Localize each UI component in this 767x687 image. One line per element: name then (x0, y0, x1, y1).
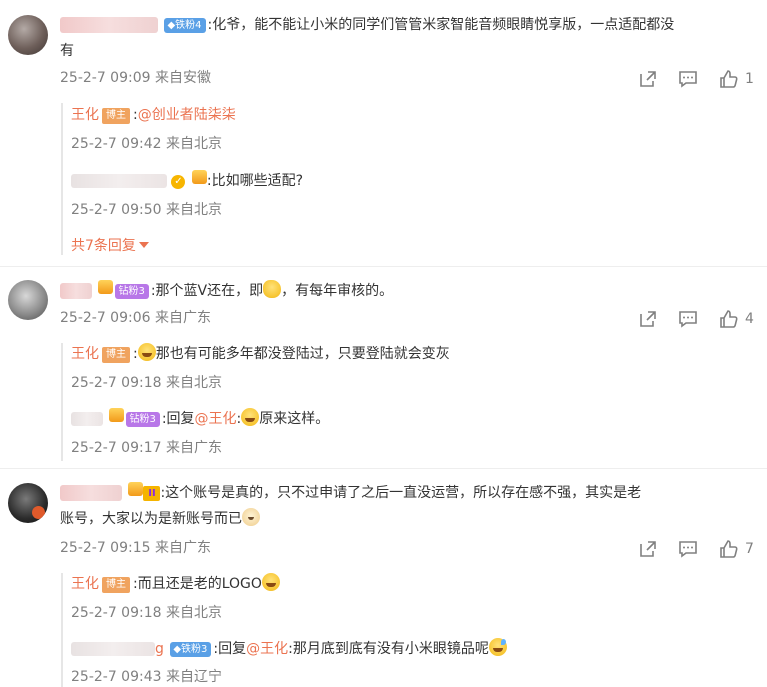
like-icon[interactable] (719, 309, 739, 329)
crown-icon (128, 482, 144, 496)
reply-meta: 25-2-7 09:50 来自北京 (71, 202, 222, 218)
comment-text: II:这个账号是真的，只不过申请了之后一直没运营，所以存在感不强，其实是老 (60, 482, 641, 504)
username-blurred[interactable] (71, 412, 103, 426)
share-icon[interactable] (638, 309, 658, 329)
fan-badge[interactable]: ◆铁粉4 (164, 18, 206, 33)
divider (0, 468, 767, 469)
author-badge: 博主 (102, 577, 130, 593)
reply: 钻粉3:回复@王化: 原来这样。 (71, 408, 329, 430)
username-blurred[interactable] (60, 283, 92, 299)
fan-badge[interactable]: ◆铁粉3 (170, 642, 212, 657)
comment-icon[interactable] (678, 309, 698, 329)
comment-icon[interactable] (678, 69, 698, 89)
reply-thread-bar (61, 343, 63, 461)
vip-level-badge[interactable]: II (143, 486, 161, 501)
mention-link[interactable]: @王化 (246, 641, 288, 657)
comment-actions: 4 (638, 309, 758, 329)
comment-text: 钻粉3:那个蓝V还在，即 ，有每年审核的。 (60, 280, 393, 302)
fan-badge[interactable]: 钻粉3 (126, 412, 160, 427)
reply-username[interactable]: 王化 (71, 346, 99, 362)
verified-icon: ✓ (171, 175, 186, 189)
sweat-laugh-emoji-icon (488, 638, 507, 656)
reply: ✓ :比如哪些适配? (71, 170, 303, 192)
reply-thread-bar (61, 573, 63, 687)
like-count: 4 (745, 311, 754, 327)
reply-meta: 25-2-7 09:18 来自北京 (71, 375, 222, 391)
like-icon[interactable] (719, 539, 739, 559)
share-icon[interactable] (638, 539, 658, 559)
share-icon[interactable] (638, 69, 658, 89)
crown-icon (98, 280, 114, 294)
reply-meta: 25-2-7 09:43 来自辽宁 (71, 669, 222, 685)
reply-username[interactable]: 王化 (71, 107, 99, 123)
more-replies-link[interactable]: 共7条回复 (71, 236, 149, 256)
reply: 王化 博主:而且还是老的LOGO (71, 573, 280, 595)
comment-meta: 25-2-7 09:09 来自安徽 (60, 70, 211, 86)
reply-meta: 25-2-7 09:17 来自广东 (71, 440, 222, 456)
reply: 王化 博主:@创业者陆柒柒 (71, 107, 236, 124)
reply-thread-bar (61, 103, 63, 255)
reply-meta: 25-2-7 09:42 来自北京 (71, 136, 222, 152)
laugh-emoji-icon (137, 343, 156, 361)
comment-actions: 1 (638, 69, 758, 89)
username-blurred[interactable] (71, 174, 167, 188)
reply-username[interactable]: 王化 (71, 576, 99, 592)
mention-link[interactable]: @创业者陆柒柒 (138, 107, 236, 123)
like-count: 7 (745, 541, 754, 557)
divider (0, 266, 767, 267)
comment-meta: 25-2-7 09:15 来自广东 (60, 540, 211, 556)
doge-emoji-icon (242, 508, 260, 526)
username-blurred[interactable] (60, 485, 122, 501)
like-count: 1 (745, 71, 754, 87)
comment-icon[interactable] (678, 539, 698, 559)
reply: 王化 博主: 那也有可能多年都没登陆过，只要登陆就会变灰 (71, 343, 450, 365)
diamond-icon: ◆ (167, 20, 176, 31)
reply: g ◆铁粉3:回复@王化:那月底到底有没有小米眼镜品呢 (71, 638, 507, 660)
username-blurred[interactable] (60, 17, 158, 33)
comment-text-cont: 账号，大家以为是新账号而已 (60, 508, 260, 530)
author-badge: 博主 (102, 108, 130, 124)
avatar[interactable] (8, 15, 48, 55)
comment-actions: 7 (638, 539, 758, 559)
clap-emoji-icon (263, 280, 282, 298)
crown-icon (109, 408, 125, 422)
comment-text: ◆铁粉4:化爷，能不能让小米的同学们管管米家智能音频眼睛悦享版，一点适配都没 (60, 14, 674, 36)
laugh-emoji-icon (261, 573, 280, 591)
reply-meta: 25-2-7 09:18 来自北京 (71, 605, 222, 621)
mention-link[interactable]: @王化 (195, 411, 237, 427)
username-blurred[interactable] (71, 642, 155, 656)
comment-text-cont: 有 (60, 43, 74, 59)
avatar[interactable] (8, 483, 48, 523)
comment-meta: 25-2-7 09:06 来自广东 (60, 310, 211, 326)
laugh-emoji-icon (241, 408, 260, 426)
avatar[interactable] (8, 280, 48, 320)
fan-badge[interactable]: 钻粉3 (115, 284, 149, 299)
caret-down-icon (138, 242, 149, 248)
author-badge: 博主 (102, 347, 130, 363)
crown-icon (191, 170, 207, 184)
diamond-icon: ◆ (173, 644, 182, 655)
like-icon[interactable] (719, 69, 739, 89)
